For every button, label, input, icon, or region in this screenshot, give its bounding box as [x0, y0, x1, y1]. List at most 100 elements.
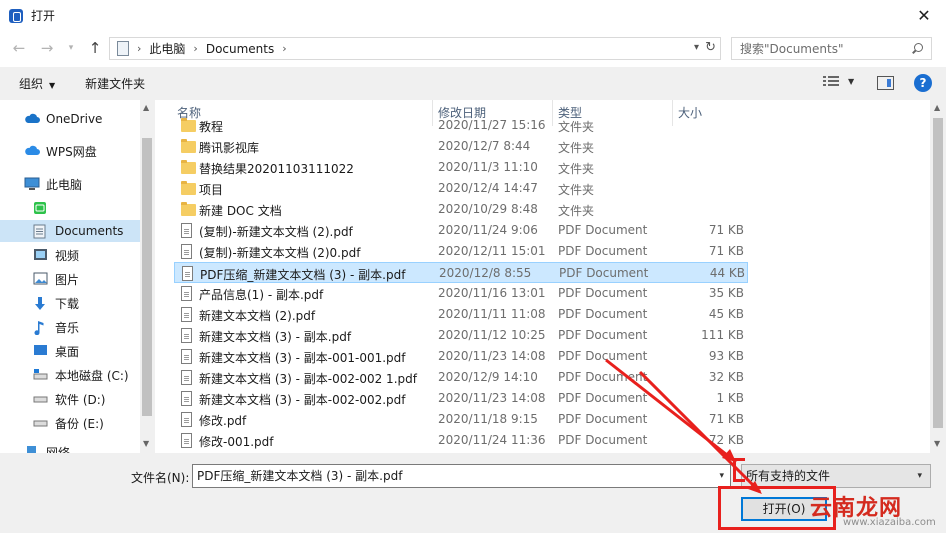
file-type: PDF Document: [558, 349, 648, 363]
back-arrow-icon[interactable]: ←: [9, 38, 29, 58]
chevron-down-icon[interactable]: ▾: [719, 465, 724, 487]
view-caret-icon[interactable]: ▼: [848, 77, 854, 86]
file-date: 2020/12/7 8:44: [438, 139, 531, 153]
file-row[interactable]: 新建文本文档 (3) - 副本.pdf 2020/11/12 10:25 PDF D…: [174, 325, 748, 346]
breadcrumb-documents[interactable]: Documents: [206, 42, 274, 56]
network-icon: [24, 445, 40, 453]
file-row[interactable]: 修改-001.pdf 2020/11/24 11:36 PDF Document 72…: [174, 430, 748, 451]
folder-icon: [181, 139, 196, 153]
chevron-right-icon[interactable]: ›: [137, 42, 141, 55]
file-row[interactable]: 产品信息(1) - 副本.pdf 2020/11/16 13:01 PDF Docu…: [174, 283, 748, 304]
file-row[interactable]: 新建文本文档 (2).pdf 2020/11/11 11:08 PDF Docume…: [174, 304, 748, 325]
address-bar[interactable]: › 此电脑 › Documents › ▾ ↻: [109, 37, 721, 60]
file-date: 2020/12/11 15:01: [438, 244, 546, 258]
sidebar-item-onedrive[interactable]: OneDrive: [0, 108, 140, 130]
sidebar-item-videos[interactable]: 视频: [0, 244, 140, 266]
file-row[interactable]: 修改.pdf 2020/11/18 9:15 PDF Document 71 KB: [174, 409, 748, 430]
scroll-up-icon[interactable]: ▲: [934, 103, 940, 112]
file-type: 文件夹: [558, 120, 595, 134]
scroll-down-icon[interactable]: ▼: [143, 439, 149, 448]
file-row[interactable]: 项目 2020/12/4 14:47 文件夹: [174, 178, 748, 199]
sidebar-item-wechat-folder[interactable]: [0, 197, 140, 219]
sidebar-item-drive-d[interactable]: 软件 (D:): [0, 388, 140, 410]
file-row[interactable]: (复制)-新建文本文档 (2).pdf 2020/11/24 9:06 PDF Do…: [174, 220, 748, 241]
file-name: 新建文本文档 (2).pdf: [199, 309, 316, 323]
scroll-up-icon[interactable]: ▲: [143, 103, 149, 112]
sidebar-item-label: 视频: [55, 248, 80, 263]
sidebar-item-drive-c[interactable]: 本地磁盘 (C:): [0, 364, 140, 386]
file-row[interactable]: 新建文本文档 (3) - 副本-002-002 1.pdf 2020/12/9 1…: [174, 367, 748, 388]
file-size: 1 KB: [716, 391, 744, 405]
sidebar-item-downloads[interactable]: 下载: [0, 292, 140, 314]
pdf-file-icon: [181, 370, 192, 385]
sidebar-item-wps-cloud[interactable]: WPS网盘: [0, 140, 140, 162]
file-row[interactable]: 新建 DOC 文档 2020/10/29 8:48 文件夹: [174, 199, 748, 220]
pdf-file-icon: [181, 244, 192, 259]
file-date: 2020/11/16 13:01: [438, 286, 546, 300]
chevron-right-icon[interactable]: ›: [193, 42, 197, 55]
cloud-icon: [24, 112, 40, 126]
sidebar-scroll-thumb[interactable]: [142, 138, 152, 416]
file-list-scrollbar[interactable]: ▲ ▼: [930, 100, 946, 453]
file-size: 93 KB: [708, 349, 744, 363]
sidebar-item-pictures[interactable]: 图片: [0, 268, 140, 290]
refresh-icon[interactable]: ↻: [705, 40, 716, 55]
sidebar-item-label: 图片: [55, 272, 80, 287]
pdf-file-icon: [181, 328, 192, 343]
organize-button[interactable]: 组织 ▼: [19, 75, 55, 92]
close-icon[interactable]: ✕: [914, 6, 934, 26]
pdf-file-icon: [181, 223, 192, 238]
file-row[interactable]: 新建文本文档 (3) - 副本-001-001.pdf 2020/11/23 14…: [174, 346, 748, 367]
sidebar-item-this-pc[interactable]: 此电脑: [0, 173, 140, 195]
file-date: 2020/12/4 14:47: [438, 181, 538, 195]
preview-pane-icon[interactable]: [877, 76, 894, 90]
pdf-file-icon: [181, 286, 192, 301]
file-row[interactable]: 腾讯影视库 2020/12/7 8:44 文件夹: [174, 136, 748, 157]
file-date: 2020/11/12 10:25: [438, 328, 546, 342]
file-row[interactable]: PDF压缩_新建文本文档 (3) - 副本.pdf 2020/12/8 8:55 P…: [174, 262, 748, 283]
video-icon: [33, 248, 49, 262]
file-type: 文件夹: [558, 141, 595, 155]
new-folder-button[interactable]: 新建文件夹: [85, 75, 145, 92]
download-icon: [33, 296, 49, 310]
folder-icon: [181, 181, 196, 195]
chevron-right-icon[interactable]: ›: [282, 42, 286, 55]
recent-locations-icon[interactable]: ▾: [61, 38, 81, 58]
file-type: 文件夹: [558, 183, 595, 197]
file-type: PDF Document: [558, 286, 648, 300]
sidebar-item-network[interactable]: 网络: [0, 441, 140, 453]
wps-cloud-icon: [24, 144, 40, 158]
help-icon[interactable]: ?: [914, 74, 932, 92]
sidebar-item-desktop[interactable]: 桌面: [0, 340, 140, 362]
up-arrow-icon[interactable]: ↑: [85, 38, 105, 58]
sidebar-item-drive-e[interactable]: 备份 (E:): [0, 412, 140, 434]
file-size: 71 KB: [708, 412, 744, 426]
file-list-scroll-thumb[interactable]: [933, 118, 943, 428]
search-input[interactable]: 搜索"Documents": [740, 40, 911, 57]
chevron-down-icon[interactable]: ▾: [694, 42, 699, 53]
file-row[interactable]: 新建文本文档 (3) - 副本-002-002.pdf 2020/11/23 14…: [174, 388, 748, 409]
file-size: 71 KB: [708, 223, 744, 237]
search-box[interactable]: 搜索"Documents": [731, 37, 932, 60]
file-name: (复制)-新建文本文档 (2).pdf: [199, 225, 353, 239]
forward-arrow-icon[interactable]: →: [37, 38, 57, 58]
scroll-down-icon[interactable]: ▼: [934, 439, 940, 448]
sidebar-scrollbar[interactable]: ▲ ▼: [140, 100, 155, 453]
breadcrumb-this-pc[interactable]: 此电脑: [149, 40, 185, 57]
filename-label: 文件名(N):: [131, 471, 190, 485]
chevron-down-icon[interactable]: ▾: [917, 465, 922, 487]
file-name: 教程: [199, 120, 224, 134]
file-row[interactable]: 替换结果20201103111022 2020/11/3 11:10 文件夹: [174, 157, 748, 178]
filetype-select[interactable]: 所有支持的文件 ▾: [741, 464, 931, 488]
filename-input[interactable]: PDF压缩_新建文本文档 (3) - 副本.pdf ▾: [192, 464, 731, 488]
view-options-icon[interactable]: [823, 76, 839, 90]
pdf-file-icon: [182, 266, 193, 281]
organize-label: 组织: [19, 77, 44, 91]
file-row[interactable]: (复制)-新建文本文档 (2)0.pdf 2020/12/11 15:01 PDF …: [174, 241, 748, 262]
sidebar-item-label: 桌面: [55, 344, 80, 359]
drive-icon: [33, 416, 49, 430]
file-type: 文件夹: [558, 204, 595, 218]
sidebar-item-documents[interactable]: Documents: [0, 220, 140, 242]
file-row[interactable]: 教程 2020/11/27 15:16 文件夹: [174, 115, 748, 136]
sidebar-item-music[interactable]: 音乐: [0, 316, 140, 338]
